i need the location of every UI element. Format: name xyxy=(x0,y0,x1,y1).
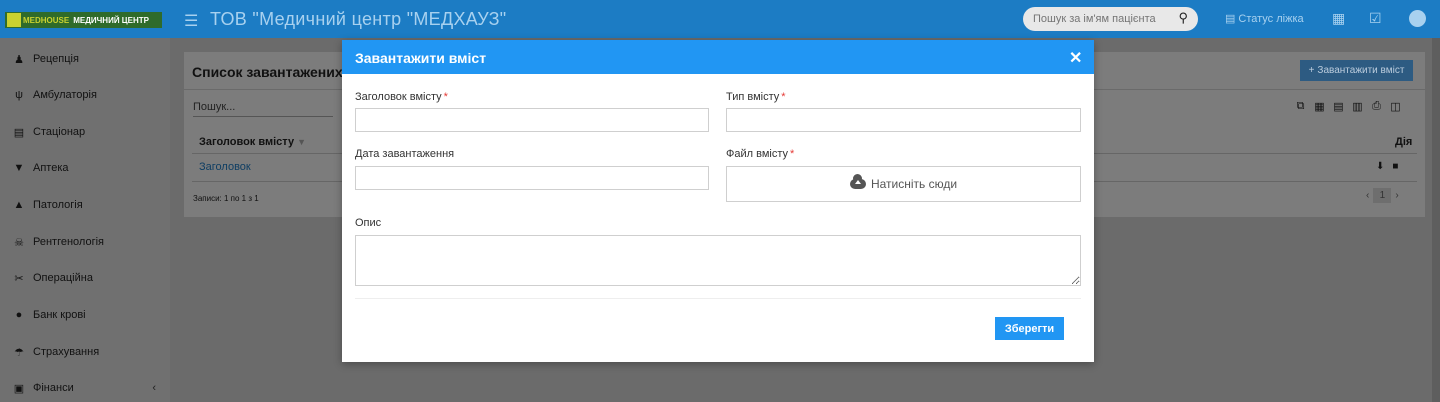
stethoscope-icon: ψ xyxy=(15,89,23,101)
columns-icon[interactable]: ◫ xyxy=(1389,100,1402,113)
required-mark: * xyxy=(781,91,786,103)
sidebar-item-reception[interactable]: ♟ Рецепція xyxy=(0,49,170,69)
column-header-title[interactable]: Заголовок вмісту ▼ xyxy=(199,136,306,148)
row-actions: ⬇ ■ xyxy=(1376,161,1398,172)
pdf-icon[interactable]: ▥ xyxy=(1351,100,1364,113)
top-bar: MEDHOUSE МЕДИЧНИЙ ЦЕНТР ☰ ТОВ "Медичний … xyxy=(0,0,1440,38)
description-textarea[interactable] xyxy=(355,235,1081,286)
upload-modal: Завантажити вміст ✕ Заголовок вмісту * Ти… xyxy=(342,40,1094,362)
content-type-label: Тип вмісту * xyxy=(726,91,786,103)
bed-status-link[interactable]: ▤ Статус ліжка xyxy=(1225,12,1304,26)
close-icon[interactable]: ✕ xyxy=(1069,48,1082,68)
sidebar-item-outpatient[interactable]: ψ Амбулаторія xyxy=(0,85,170,105)
content-file-label: Файл вмісту * xyxy=(726,148,794,160)
copy-icon[interactable]: ⧉ xyxy=(1294,100,1307,113)
sidebar-item-label: Банк крові xyxy=(33,309,86,321)
print-icon[interactable]: ⎙ xyxy=(1370,100,1383,113)
divider xyxy=(355,298,1081,299)
app-title: ТОВ "Медичний центр "МЕДХАУЗ" xyxy=(210,9,507,29)
description-label: Опис xyxy=(355,217,382,229)
reception-icon: ♟ xyxy=(14,53,24,66)
flask-icon: ▲ xyxy=(13,199,25,211)
search-icon[interactable]: ⚲ xyxy=(1178,10,1188,26)
required-mark: * xyxy=(443,91,448,103)
blood-drop-icon: ● xyxy=(15,309,23,321)
plus-icon: + xyxy=(1308,65,1315,76)
calendar-icon[interactable]: ▦ xyxy=(1332,10,1345,27)
content-title-input[interactable] xyxy=(355,108,709,132)
upload-date-input[interactable] xyxy=(355,166,709,190)
csv-icon[interactable]: ▤ xyxy=(1332,100,1345,113)
chevron-left-icon: ‹ xyxy=(152,382,156,394)
bed-icon: ▤ xyxy=(13,126,25,139)
records-info: Записи: 1 по 1 з 1 xyxy=(193,194,259,203)
patient-search: ⚲ xyxy=(1023,7,1198,31)
column-header-label: Заголовок вмісту xyxy=(199,136,295,148)
hamburger-menu-icon[interactable]: ☰ xyxy=(184,11,198,31)
sidebar-item-inpatient[interactable]: ▤ Стаціонар xyxy=(0,122,170,142)
content-title-label: Заголовок вмісту * xyxy=(355,91,448,103)
finance-icon: ▣ xyxy=(13,382,25,395)
upload-content-button[interactable]: + Завантажити вміст xyxy=(1300,60,1413,81)
table-search-input[interactable]: Пошук... xyxy=(193,101,235,113)
upload-date-label: Дата завантаження xyxy=(355,148,455,160)
mortar-icon: ▼ xyxy=(13,162,25,174)
patient-search-input[interactable] xyxy=(1033,11,1173,27)
sidebar-item-insurance[interactable]: ☂ Страхування xyxy=(0,342,170,362)
dropzone-label: Натисніть сюди xyxy=(870,177,958,191)
logo[interactable]: MEDHOUSE МЕДИЧНИЙ ЦЕНТР xyxy=(5,12,162,28)
content-type-input[interactable] xyxy=(726,108,1081,132)
upload-content-label: Завантажити вміст xyxy=(1317,65,1405,76)
logo-text-brand: MEDHOUSE xyxy=(23,15,70,25)
xray-icon: ☠ xyxy=(14,236,24,249)
sidebar-item-operating[interactable]: ✂ Операційна xyxy=(0,268,170,288)
panel-title: Список завантажених xyxy=(192,64,343,80)
sidebar-item-pathology[interactable]: ▲ Патологія xyxy=(0,195,170,215)
cloud-upload-icon xyxy=(849,174,866,189)
umbrella-icon: ☂ xyxy=(14,346,24,359)
divider xyxy=(193,116,333,117)
sidebar-item-finance[interactable]: ▣ Фінанси ‹ xyxy=(0,378,170,398)
trash-icon[interactable]: ■ xyxy=(1392,161,1398,172)
user-avatar[interactable] xyxy=(1409,10,1426,27)
download-icon[interactable]: ⬇ xyxy=(1376,161,1384,172)
prev-page-icon[interactable]: ‹ xyxy=(1366,190,1369,201)
column-header-action: Дія xyxy=(1395,136,1413,148)
content-title-label-text: Заголовок вмісту xyxy=(355,91,442,103)
page-number[interactable]: 1 xyxy=(1373,188,1392,203)
sidebar-item-label: Патологія xyxy=(33,199,83,211)
sidebar-item-label: Фінанси xyxy=(33,382,74,394)
sidebar-item-radiology[interactable]: ☠ Рентгенологія xyxy=(0,232,170,252)
sort-icon: ▼ xyxy=(297,137,307,147)
export-toolbar: ⧉ ▦ ▤ ▥ ⎙ ◫ xyxy=(1294,100,1402,113)
row-title-link[interactable]: Заголовок xyxy=(199,161,251,173)
sidebar-item-blood-bank[interactable]: ● Банк крові xyxy=(0,305,170,325)
sidebar-item-label: Рецепція xyxy=(33,53,79,65)
content-type-label-text: Тип вмісту xyxy=(726,91,780,103)
scissors-icon: ✂ xyxy=(14,272,24,285)
file-dropzone[interactable]: Натисніть сюди xyxy=(726,166,1081,202)
excel-icon[interactable]: ▦ xyxy=(1313,100,1326,113)
bed-icon: ▤ xyxy=(1225,13,1236,25)
logo-text-subtitle: МЕДИЧНИЙ ЦЕНТР xyxy=(73,15,149,25)
page-scrollbar[interactable] xyxy=(1432,38,1440,402)
sidebar-item-label: Амбулаторія xyxy=(33,89,97,101)
sidebar-item-label: Аптека xyxy=(33,162,69,174)
save-button[interactable]: Зберегти xyxy=(995,317,1064,340)
pagination: ‹ 1 › xyxy=(1366,188,1399,203)
content-file-label-text: Файл вмісту xyxy=(726,148,788,160)
modal-title: Завантажити вміст xyxy=(355,50,487,66)
next-page-icon[interactable]: › xyxy=(1395,190,1398,201)
logo-mark-icon xyxy=(7,13,21,27)
modal-header: Завантажити вміст ✕ xyxy=(342,40,1094,74)
sidebar: ♟ Рецепція ψ Амбулаторія ▤ Стаціонар ▼ А… xyxy=(0,38,170,402)
required-mark: * xyxy=(790,148,795,160)
sidebar-item-label: Стаціонар xyxy=(33,126,86,138)
sidebar-item-label: Рентгенологія xyxy=(33,236,104,248)
sidebar-item-label: Страхування xyxy=(33,346,100,358)
checkbox-icon[interactable]: ☑ xyxy=(1369,10,1382,27)
bed-status-label: Статус ліжка xyxy=(1238,12,1304,25)
sidebar-item-label: Операційна xyxy=(33,272,93,284)
sidebar-item-pharmacy[interactable]: ▼ Аптека xyxy=(0,158,170,178)
